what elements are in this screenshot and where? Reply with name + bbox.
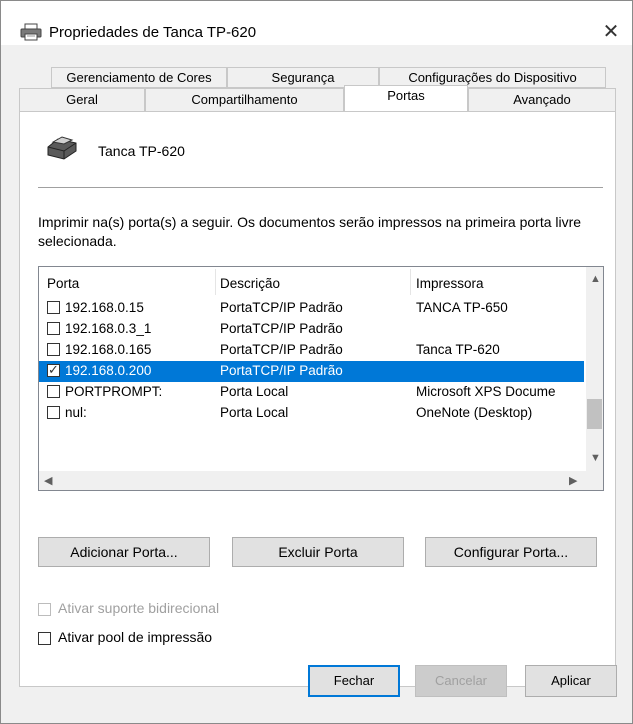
column-header-description[interactable]: Descrição <box>220 276 280 291</box>
table-row[interactable]: 192.168.0.165 PortaTCP/IP Padrão Tanca TP-… <box>39 340 584 361</box>
chevron-down-icon[interactable]: ▼ <box>590 452 601 464</box>
chevron-right-icon[interactable]: ▶ <box>569 474 577 487</box>
port-checkbox[interactable] <box>47 301 60 314</box>
configure-port-button[interactable]: Configurar Porta... <box>425 537 597 567</box>
port-checkbox[interactable] <box>47 343 60 356</box>
horizontal-scrollbar[interactable]: ◀ ▶ <box>39 471 603 490</box>
port-cell: nul: <box>65 405 87 420</box>
port-checkbox[interactable] <box>47 322 60 335</box>
table-row[interactable]: ✓ 192.168.0.200 PortaTCP/IP Padrão <box>39 361 584 382</box>
scrollbar-thumb[interactable] <box>587 399 602 429</box>
printer-cell: Tanca TP-620 <box>416 342 500 357</box>
port-cell: 192.168.0.15 <box>65 300 144 315</box>
description-cell: PortaTCP/IP Padrão <box>220 300 343 315</box>
column-divider[interactable] <box>410 269 411 295</box>
pooling-checkbox[interactable] <box>38 632 51 645</box>
ports-tab-panel: Tanca TP-620 Imprimir na(s) porta(s) a s… <box>19 111 616 687</box>
table-row[interactable]: 192.168.0.15 PortaTCP/IP Padrão TANCA TP-6… <box>39 298 584 319</box>
table-row[interactable]: 192.168.0.3_1 PortaTCP/IP Padrão <box>39 319 584 340</box>
printer-icon <box>47 136 77 160</box>
pooling-label[interactable]: Ativar pool de impressão <box>58 629 212 645</box>
port-cell: 192.168.0.165 <box>65 342 152 357</box>
bidirectional-checkbox <box>38 603 51 616</box>
ports-list[interactable]: Porta Descrição Impressora 192.168.0.15 P… <box>38 266 604 491</box>
bidirectional-label: Ativar suporte bidirecional <box>58 600 220 616</box>
title-bar: Propriedades de Tanca TP-620 ✕ <box>1 1 632 45</box>
printer-cell: OneNote (Desktop) <box>416 405 533 420</box>
port-checkbox[interactable] <box>47 385 60 398</box>
printer-icon <box>20 23 42 41</box>
description-cell: Porta Local <box>220 384 289 399</box>
printer-cell: Microsoft XPS Docume <box>416 384 556 399</box>
close-button[interactable]: Fechar <box>308 665 400 697</box>
add-port-button[interactable]: Adicionar Porta... <box>38 537 210 567</box>
port-checkbox[interactable] <box>47 406 60 419</box>
table-row[interactable]: nul: Porta Local OneNote (Desktop) <box>39 403 584 424</box>
description-cell: Porta Local <box>220 405 289 420</box>
port-checkbox[interactable]: ✓ <box>47 362 60 377</box>
chevron-up-icon[interactable]: ▲ <box>590 273 601 285</box>
delete-port-button[interactable]: Excluir Porta <box>232 537 404 567</box>
chevron-left-icon[interactable]: ◀ <box>44 474 52 487</box>
window-title: Propriedades de Tanca TP-620 <box>49 24 257 41</box>
column-header-port[interactable]: Porta <box>47 276 79 291</box>
tab-general[interactable]: Geral <box>19 88 145 112</box>
column-header-printer[interactable]: Impressora <box>416 276 484 291</box>
description-cell: PortaTCP/IP Padrão <box>220 342 343 357</box>
check-icon: ✓ <box>48 362 59 377</box>
table-row[interactable]: PORTPROMPT: Porta Local Microsoft XPS Docu… <box>39 382 584 403</box>
vertical-scrollbar[interactable]: ▲ ▼ <box>586 267 603 472</box>
tab-color-management[interactable]: Gerenciamento de Cores <box>51 67 227 88</box>
dialog-client-area: Gerenciamento de Cores Segurança Configu… <box>1 45 632 723</box>
tab-sharing[interactable]: Compartilhamento <box>145 88 344 112</box>
printer-name: Tanca TP-620 <box>98 143 185 159</box>
port-cell: 192.168.0.3_1 <box>65 321 152 336</box>
port-cell: PORTPROMPT: <box>65 384 163 399</box>
description-cell: PortaTCP/IP Padrão <box>220 321 343 336</box>
apply-button[interactable]: Aplicar <box>525 665 617 697</box>
tab-advanced[interactable]: Avançado <box>468 88 616 112</box>
cancel-button: Cancelar <box>415 665 507 697</box>
port-cell: 192.168.0.200 <box>65 363 152 378</box>
printer-cell: TANCA TP-650 <box>416 300 508 315</box>
description-cell: PortaTCP/IP Padrão <box>220 363 343 378</box>
close-icon[interactable]: ✕ <box>596 19 626 45</box>
ports-list-header: Porta Descrição Impressora <box>39 267 584 297</box>
ports-description: Imprimir na(s) porta(s) a seguir. Os doc… <box>38 214 582 249</box>
separator <box>38 187 603 188</box>
column-divider[interactable] <box>215 269 216 295</box>
properties-dialog: Propriedades de Tanca TP-620 ✕ Gerenciam… <box>0 0 633 724</box>
